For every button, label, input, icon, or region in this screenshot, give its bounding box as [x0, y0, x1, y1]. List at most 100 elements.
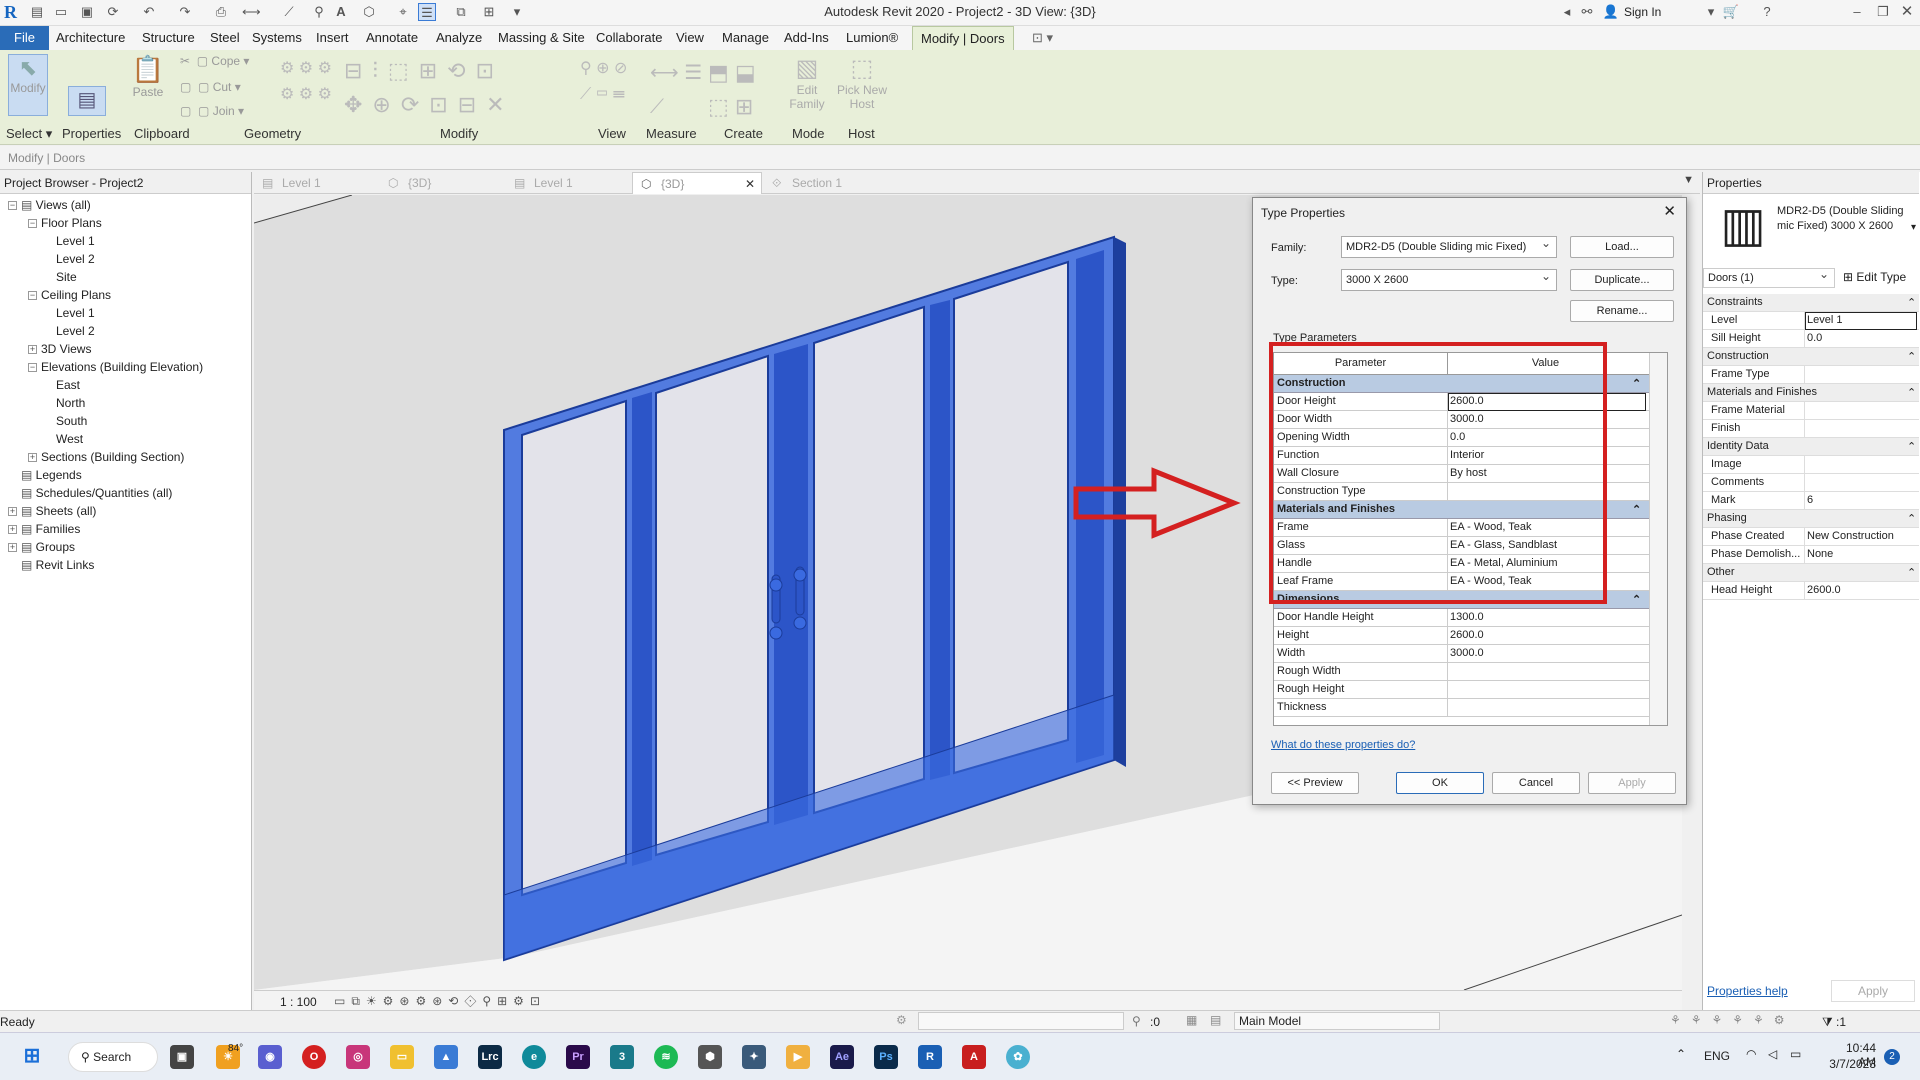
- battery-icon[interactable]: ▭: [1790, 1047, 1801, 1061]
- lightroom-icon[interactable]: Lrc: [478, 1045, 502, 1069]
- property-row[interactable]: Frame Material: [1703, 402, 1919, 420]
- property-row[interactable]: Level Level 1: [1703, 312, 1919, 330]
- grid-group-header[interactable]: Materials and Finishes ⌃: [1274, 501, 1649, 519]
- tray-chevron-icon[interactable]: ⌃: [1676, 1047, 1686, 1061]
- tree-item[interactable]: Level 1: [56, 232, 95, 250]
- grid-scrollbar[interactable]: [1649, 353, 1667, 725]
- param-value[interactable]: 2600.0: [1450, 629, 1484, 641]
- expand-icon[interactable]: +: [28, 453, 37, 463]
- sign-in-link[interactable]: Sign In: [1624, 5, 1661, 19]
- type-selector-dropdown-icon[interactable]: ▾: [1911, 222, 1916, 233]
- properties-apply-button[interactable]: Apply: [1831, 980, 1915, 1002]
- properties-button[interactable]: ▤: [68, 86, 106, 116]
- tree-item[interactable]: Level 2: [56, 322, 95, 340]
- collapse-group-icon[interactable]: ⌃: [1907, 440, 1916, 453]
- cut-button[interactable]: ▢ ▢ Cut ▾: [180, 80, 241, 94]
- expand-icon[interactable]: +: [28, 345, 37, 355]
- tree-item[interactable]: − ▤ Views (all): [8, 196, 91, 214]
- tree-item[interactable]: − Elevations (Building Elevation): [28, 358, 203, 376]
- collapse-group-icon[interactable]: ⌃: [1907, 386, 1916, 399]
- pick-new-host-button[interactable]: ⬚ Pick New Host: [834, 54, 890, 111]
- tree-item[interactable]: ▤ Revit Links: [8, 556, 94, 574]
- param-value[interactable]: EA - Wood, Teak: [1450, 575, 1532, 587]
- cope-button[interactable]: ✂ ▢ Cope ▾: [180, 54, 249, 68]
- grid-row[interactable]: Function Interior: [1274, 447, 1649, 465]
- tree-item[interactable]: − Ceiling Plans: [28, 286, 111, 304]
- tab-add-ins[interactable]: Add-Ins: [776, 26, 837, 50]
- active-cell[interactable]: [1448, 393, 1646, 411]
- tab-systems[interactable]: Systems: [244, 26, 310, 50]
- tab-architecture[interactable]: Architecture: [48, 26, 133, 50]
- properties-help-link[interactable]: Properties help: [1707, 984, 1788, 998]
- globe-app-icon[interactable]: ✿: [1006, 1045, 1030, 1069]
- collapse-icon[interactable]: −: [8, 201, 17, 211]
- property-row[interactable]: Phase Created New Construction: [1703, 528, 1919, 546]
- active-property-cell[interactable]: [1805, 312, 1917, 330]
- grid-row[interactable]: Thickness: [1274, 699, 1649, 717]
- workset-icon[interactable]: ⚙: [896, 1013, 907, 1027]
- file-explorer-icon[interactable]: ▭: [390, 1045, 414, 1069]
- view-tab-section-1[interactable]: ⟐ Section 1: [764, 172, 888, 194]
- sketchup-icon[interactable]: ✦: [742, 1045, 766, 1069]
- tree-item[interactable]: ▤ Legends: [8, 466, 82, 484]
- help-link[interactable]: What do these properties do?: [1271, 739, 1415, 751]
- measure-tools-icon[interactable]: ⟷ ☰ ⟋: [650, 56, 706, 124]
- collapse-group-icon[interactable]: ⌃: [1907, 350, 1916, 363]
- grid-row[interactable]: Construction Type: [1274, 483, 1649, 501]
- grid-row[interactable]: Rough Width: [1274, 663, 1649, 681]
- teams-icon[interactable]: ◉: [258, 1045, 282, 1069]
- tab-structure[interactable]: Structure: [134, 26, 203, 50]
- property-group-header[interactable]: Identity Data ⌃: [1703, 438, 1919, 456]
- tree-item[interactable]: + ▤ Families: [8, 520, 80, 538]
- photos-icon[interactable]: ▲: [434, 1045, 458, 1069]
- property-row[interactable]: Phase Demolish... None: [1703, 546, 1919, 564]
- grid-row[interactable]: Opening Width 0.0: [1274, 429, 1649, 447]
- param-value[interactable]: By host: [1450, 467, 1487, 479]
- tree-item[interactable]: West: [56, 430, 83, 448]
- collapse-group-icon[interactable]: ⌃: [1632, 377, 1641, 390]
- property-row[interactable]: Sill Height 0.0: [1703, 330, 1919, 348]
- user-icon[interactable]: 👤: [1602, 3, 1620, 21]
- dropdown-icon[interactable]: ▾: [1702, 3, 1720, 21]
- property-value[interactable]: 6: [1807, 494, 1813, 506]
- tab-manage[interactable]: Manage: [714, 26, 777, 50]
- tree-item[interactable]: + Sections (Building Section): [28, 448, 184, 466]
- autocad-icon[interactable]: A: [962, 1045, 986, 1069]
- main-model-select[interactable]: Main Model: [1234, 1012, 1440, 1030]
- property-value[interactable]: 0.0: [1807, 332, 1822, 344]
- view-tab-level-1[interactable]: ▤ Level 1: [254, 172, 378, 194]
- property-row[interactable]: Comments: [1703, 474, 1919, 492]
- tree-item[interactable]: Site: [56, 268, 77, 286]
- tab-lumion[interactable]: Lumion®: [838, 26, 906, 50]
- revit-taskbar-icon[interactable]: R: [918, 1045, 942, 1069]
- view-scale[interactable]: 1 : 100: [280, 995, 317, 1009]
- binoculars-icon[interactable]: ⚯: [1578, 3, 1596, 21]
- view-tab-level-1b[interactable]: ▤ Level 1: [506, 172, 630, 194]
- task-view-icon[interactable]: ▣: [170, 1045, 194, 1069]
- grid-row[interactable]: Glass EA - Glass, Sandblast: [1274, 537, 1649, 555]
- view-tabs-menu-icon[interactable]: ▼: [1683, 174, 1694, 186]
- modify-tools-icon[interactable]: ⊟⫶⬚⊞⟲⊡ ✥⊕⟳⊡⊟✕: [344, 54, 574, 122]
- windows-start-icon[interactable]: ⊞: [20, 1045, 44, 1069]
- cart-icon[interactable]: 🛒: [1722, 3, 1740, 21]
- photoshop-icon[interactable]: Ps: [874, 1045, 898, 1069]
- filter-icon[interactable]: ⧩: [1822, 1015, 1833, 1030]
- grid-row[interactable]: Width 3000.0: [1274, 645, 1649, 663]
- param-value[interactable]: 1300.0: [1450, 611, 1484, 623]
- tree-item[interactable]: North: [56, 394, 85, 412]
- editable-icon[interactable]: ⚲: [1132, 1014, 1141, 1028]
- close-icon[interactable]: ✕: [1898, 3, 1916, 21]
- duplicate-button[interactable]: Duplicate...: [1570, 269, 1674, 291]
- tree-item[interactable]: East: [56, 376, 80, 394]
- property-row[interactable]: Image: [1703, 456, 1919, 474]
- selection-filters-icon[interactable]: ⚘⚘⚘⚘⚘⚙: [1670, 1013, 1795, 1027]
- wifi-icon[interactable]: ◠: [1746, 1047, 1756, 1061]
- ok-button[interactable]: OK: [1396, 772, 1484, 794]
- edit-type-button[interactable]: ⊞ Edit Type: [1843, 270, 1906, 284]
- expand-icon[interactable]: +: [8, 507, 17, 517]
- vpn-icon[interactable]: ⬢: [698, 1045, 722, 1069]
- premiere-icon[interactable]: Pr: [566, 1045, 590, 1069]
- property-group-header[interactable]: Other ⌃: [1703, 564, 1919, 582]
- panel-select[interactable]: Select ▾: [6, 126, 52, 142]
- edge-icon[interactable]: e: [522, 1045, 546, 1069]
